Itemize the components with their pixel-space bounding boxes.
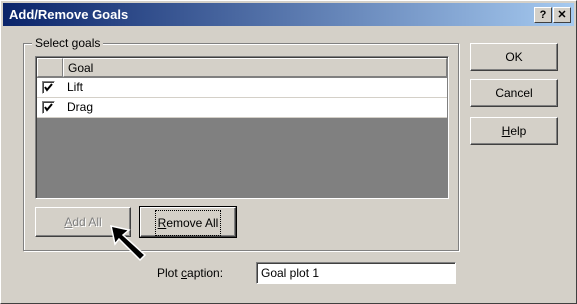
goal-column-label: Goal (68, 61, 94, 75)
question-mark-icon: ? (539, 9, 547, 21)
list-item[interactable]: Drag (37, 98, 447, 118)
close-button[interactable]: ✕ (553, 7, 571, 23)
ok-button[interactable]: OK (470, 43, 558, 71)
help-button[interactable]: Help (470, 117, 558, 145)
focus-rectangle: Remove All (154, 210, 222, 236)
add-remove-goals-dialog: Add/Remove Goals ? ✕ Select goals Goal L… (0, 0, 577, 304)
goal-checkbox[interactable] (42, 101, 55, 114)
group-legend: Select goals (32, 36, 104, 50)
plot-caption-input[interactable] (256, 262, 456, 284)
dialog-title: Add/Remove Goals (9, 7, 129, 22)
checkmark-icon (44, 83, 53, 92)
goal-column-header[interactable]: Goal (63, 58, 447, 77)
close-icon: ✕ (557, 9, 567, 21)
list-header: Goal (37, 58, 447, 77)
list-item[interactable]: Lift (37, 78, 447, 98)
cancel-button[interactable]: Cancel (470, 79, 558, 107)
remove-all-button[interactable]: Remove All (139, 206, 237, 238)
checkmark-icon (44, 103, 53, 112)
plot-caption-label: Plot caption: (157, 266, 224, 280)
goals-list[interactable]: Goal Lift Drag (35, 56, 449, 199)
goal-label: Drag (67, 100, 94, 114)
goal-label: Lift (67, 80, 84, 94)
title-bar[interactable]: Add/Remove Goals ? ✕ (3, 3, 574, 26)
goal-checkbox[interactable] (42, 81, 55, 94)
help-title-button[interactable]: ? (534, 7, 552, 23)
checkbox-column-header[interactable] (37, 58, 63, 77)
mouse-pointer-icon (110, 225, 147, 262)
